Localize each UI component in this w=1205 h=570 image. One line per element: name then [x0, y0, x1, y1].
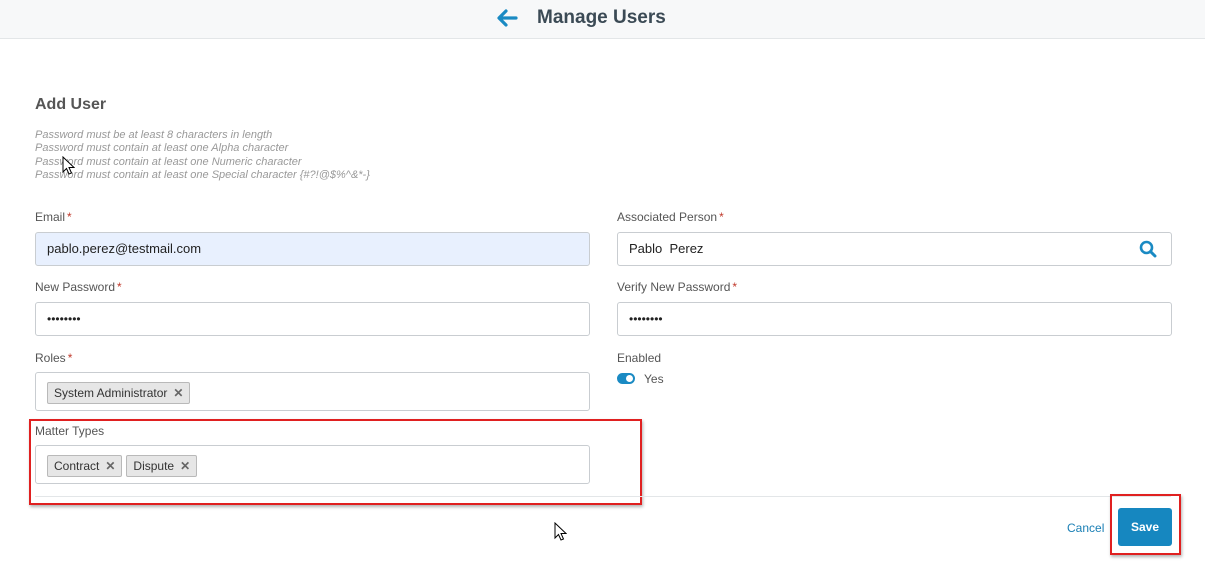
- email-field[interactable]: pablo.perez@testmail.com: [35, 232, 590, 266]
- enabled-label: Enabled: [617, 351, 662, 365]
- verify-password-label-text: Verify New Password: [617, 280, 731, 294]
- role-tag-label: System Administrator: [54, 386, 168, 400]
- email-label-text: Email: [35, 210, 66, 224]
- new-password-label: New Password *: [35, 280, 122, 294]
- associated-person-value: Pablo Perez: [629, 241, 704, 256]
- save-highlight: [1110, 494, 1181, 555]
- required-marker: *: [67, 210, 72, 224]
- mouse-cursor-icon: [554, 522, 567, 541]
- required-marker: *: [67, 351, 73, 365]
- matter-types-highlight: [29, 419, 642, 505]
- roles-label-text: Roles: [35, 351, 66, 365]
- required-marker: *: [732, 280, 738, 294]
- required-marker: *: [117, 280, 122, 294]
- page-title: Manage Users: [537, 7, 666, 28]
- verify-password-field[interactable]: ••••••••: [617, 302, 1172, 336]
- associated-person-label-text: Associated Person: [617, 210, 718, 224]
- roles-field[interactable]: System Administrator ✕: [35, 372, 590, 411]
- password-rule: Password must contain at least one Numer…: [35, 155, 302, 168]
- verify-password-value: ••••••••: [629, 312, 663, 326]
- required-marker: *: [719, 210, 724, 224]
- password-rules: Password must be at least 8 characters i…: [35, 129, 370, 182]
- form-divider: [35, 496, 1171, 497]
- password-rule: Password must contain at least one Speci…: [35, 168, 370, 181]
- email-label: Email *: [35, 210, 72, 224]
- role-tag: System Administrator ✕: [47, 382, 191, 404]
- enabled-toggle[interactable]: [617, 373, 635, 384]
- remove-tag-icon[interactable]: ✕: [173, 386, 183, 400]
- enabled-value: Yes: [644, 372, 664, 386]
- roles-label: Roles *: [35, 351, 72, 365]
- new-password-field[interactable]: ••••••••: [35, 302, 590, 336]
- form-title: Add User: [35, 96, 107, 113]
- password-rule: Password must be at least 8 characters i…: [35, 129, 273, 141]
- associated-person-field[interactable]: Pablo Perez: [617, 232, 1172, 266]
- email-value: pablo.perez@testmail.com: [47, 241, 202, 256]
- associated-person-label: Associated Person *: [617, 210, 724, 224]
- search-icon[interactable]: [1139, 240, 1157, 258]
- cancel-link[interactable]: Cancel: [1067, 521, 1104, 535]
- new-password-value: ••••••••: [47, 312, 81, 326]
- header-bar: Manage Users: [0, 0, 1205, 39]
- verify-password-label: Verify New Password *: [617, 280, 737, 294]
- new-password-label-text: New Password: [35, 280, 116, 294]
- password-rule: Password must contain at least one Alpha…: [35, 142, 289, 155]
- mouse-cursor-icon: [62, 156, 75, 175]
- arrow-left-icon[interactable]: [496, 8, 518, 28]
